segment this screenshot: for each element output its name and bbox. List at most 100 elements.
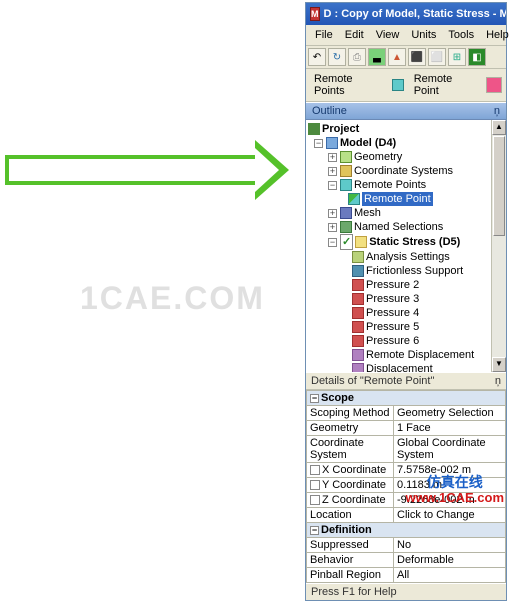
tool-6-icon[interactable]: ⬛ <box>408 48 426 66</box>
tool-5-icon[interactable]: ▲ <box>388 48 406 66</box>
scrollbar[interactable]: ▲ ▼ <box>491 120 506 372</box>
prop-cs-v[interactable]: Global Coordinate System <box>394 436 506 463</box>
pin-icon[interactable]: ņ <box>494 105 500 117</box>
tree-p6[interactable]: Pressure 6 <box>308 334 504 348</box>
toolbar-extra-icon[interactable] <box>486 77 502 93</box>
mesh-icon <box>340 207 352 219</box>
tool-4-icon[interactable]: ▃ <box>368 48 386 66</box>
prop-suppressed-v[interactable]: No <box>394 538 506 553</box>
tree-cs[interactable]: +Coordinate Systems <box>308 164 504 178</box>
prop-behavior-k: Behavior <box>307 553 394 568</box>
tree-p3[interactable]: Pressure 3 <box>308 292 504 306</box>
prop-pinball-k: Pinball Region <box>307 568 394 583</box>
group-scope[interactable]: −Scope <box>307 391 506 406</box>
prop-location-v[interactable]: Click to Change <box>394 508 506 523</box>
model-icon <box>326 137 338 149</box>
prop-geometry-v[interactable]: 1 Face <box>394 421 506 436</box>
tool-7-icon[interactable]: ⬜ <box>428 48 446 66</box>
scroll-thumb[interactable] <box>493 136 505 236</box>
menu-view[interactable]: View <box>371 28 405 42</box>
tree-remote-point[interactable]: Remote Point <box>308 192 504 206</box>
expand-icon[interactable]: + <box>328 153 337 162</box>
remote-point-icon <box>392 79 404 91</box>
collapse-icon[interactable]: − <box>328 181 337 190</box>
prop-behavior-v[interactable]: Deformable <box>394 553 506 568</box>
tree-p4[interactable]: Pressure 4 <box>308 306 504 320</box>
cs-icon <box>340 165 352 177</box>
folder-icon <box>355 236 367 248</box>
tool-8-icon[interactable]: ⊞ <box>448 48 466 66</box>
tree-project[interactable]: Project <box>308 122 504 136</box>
pin-icon[interactable]: ņ <box>495 375 501 387</box>
displacement-icon <box>352 349 364 361</box>
prop-scoping-method-k: Scoping Method <box>307 406 394 421</box>
app-icon: M <box>310 7 320 21</box>
watermark-url: www.1CAE.com <box>406 491 504 505</box>
remote-point-icon <box>348 193 360 205</box>
tree-p5[interactable]: Pressure 5 <box>308 320 504 334</box>
collapse-icon[interactable]: − <box>314 139 323 148</box>
tool-9-icon[interactable]: ◧ <box>468 48 486 66</box>
expand-icon[interactable]: + <box>328 209 337 218</box>
pointer-arrow <box>5 140 295 200</box>
tree-remote-points[interactable]: −Remote Points <box>308 178 504 192</box>
prop-location-k: Location <box>307 508 394 523</box>
outline-tree: Project −Model (D4) +Geometry +Coordinat… <box>306 120 506 372</box>
tool-3-icon[interactable]: ⎙ <box>348 48 366 66</box>
tool-2-icon[interactable]: ↻ <box>328 48 346 66</box>
expand-icon[interactable]: + <box>328 223 337 232</box>
prop-geometry-k: Geometry <box>307 421 394 436</box>
pressure-icon <box>352 321 364 333</box>
tree-static[interactable]: −✓Static Stress (D5) <box>308 234 504 250</box>
pressure-icon <box>352 293 364 305</box>
toolbar-context: Remote Points Remote Point <box>306 69 506 102</box>
tree-frictionless[interactable]: Frictionless Support <box>308 264 504 278</box>
expand-icon[interactable]: + <box>328 167 337 176</box>
named-selections-icon <box>340 221 352 233</box>
watermark-cn: 仿真在线 <box>406 475 504 490</box>
watermark-brand: 仿真在线 www.1CAE.com <box>406 475 504 505</box>
titlebar: M D : Copy of Model, Static Stress - Mec… <box>306 3 506 25</box>
prop-scoping-method-v[interactable]: Geometry Selection <box>394 406 506 421</box>
menu-help[interactable]: Help <box>481 28 510 42</box>
checkbox-x[interactable] <box>310 465 320 475</box>
pressure-icon <box>352 307 364 319</box>
tree-geometry[interactable]: +Geometry <box>308 150 504 164</box>
tree-analysis-settings[interactable]: Analysis Settings <box>308 250 504 264</box>
checkbox-y[interactable] <box>310 480 320 490</box>
details-header: Details of "Remote Point" ņ <box>306 372 506 390</box>
tree-model[interactable]: −Model (D4) <box>308 136 504 150</box>
displacement-icon <box>352 363 364 372</box>
support-icon <box>352 265 364 277</box>
geometry-icon <box>340 151 352 163</box>
outline-title: Outline <box>312 105 347 117</box>
status-badge-icon: ✓ <box>340 234 353 250</box>
checkbox-z[interactable] <box>310 495 320 505</box>
remote-points-label[interactable]: Remote Points <box>310 72 388 98</box>
collapse-icon[interactable]: − <box>328 238 337 247</box>
tree-remote-disp[interactable]: Remote Displacement <box>308 348 504 362</box>
menu-units[interactable]: Units <box>406 28 441 42</box>
tree-named-selections[interactable]: +Named Selections <box>308 220 504 234</box>
menu-file[interactable]: File <box>310 28 338 42</box>
menu-edit[interactable]: Edit <box>340 28 369 42</box>
tree-p2[interactable]: Pressure 2 <box>308 278 504 292</box>
scroll-down-icon[interactable]: ▼ <box>492 357 506 372</box>
status-bar: Press F1 for Help <box>306 583 506 600</box>
prop-pinball-v[interactable]: All <box>394 568 506 583</box>
menu-tools[interactable]: Tools <box>443 28 479 42</box>
prop-x-k: X Coordinate <box>307 463 394 478</box>
app-window: M D : Copy of Model, Static Stress - Mec… <box>305 2 507 601</box>
tool-1-icon[interactable]: ↶ <box>308 48 326 66</box>
tree-disp[interactable]: Displacement <box>308 362 504 372</box>
group-definition[interactable]: −Definition <box>307 523 506 538</box>
prop-z-k: Z Coordinate <box>307 493 394 508</box>
settings-icon <box>352 251 364 263</box>
tree-mesh[interactable]: +Mesh <box>308 206 504 220</box>
prop-cs-k: Coordinate System <box>307 436 394 463</box>
menubar: File Edit View Units Tools Help ✓ <box>306 25 506 46</box>
toolbar-main: ↶ ↻ ⎙ ▃ ▲ ⬛ ⬜ ⊞ ◧ <box>306 46 506 69</box>
scroll-up-icon[interactable]: ▲ <box>492 120 506 135</box>
window-title: D : Copy of Model, Static Stress - Mecha… <box>324 8 507 20</box>
remote-point-label[interactable]: Remote Point <box>410 72 483 98</box>
